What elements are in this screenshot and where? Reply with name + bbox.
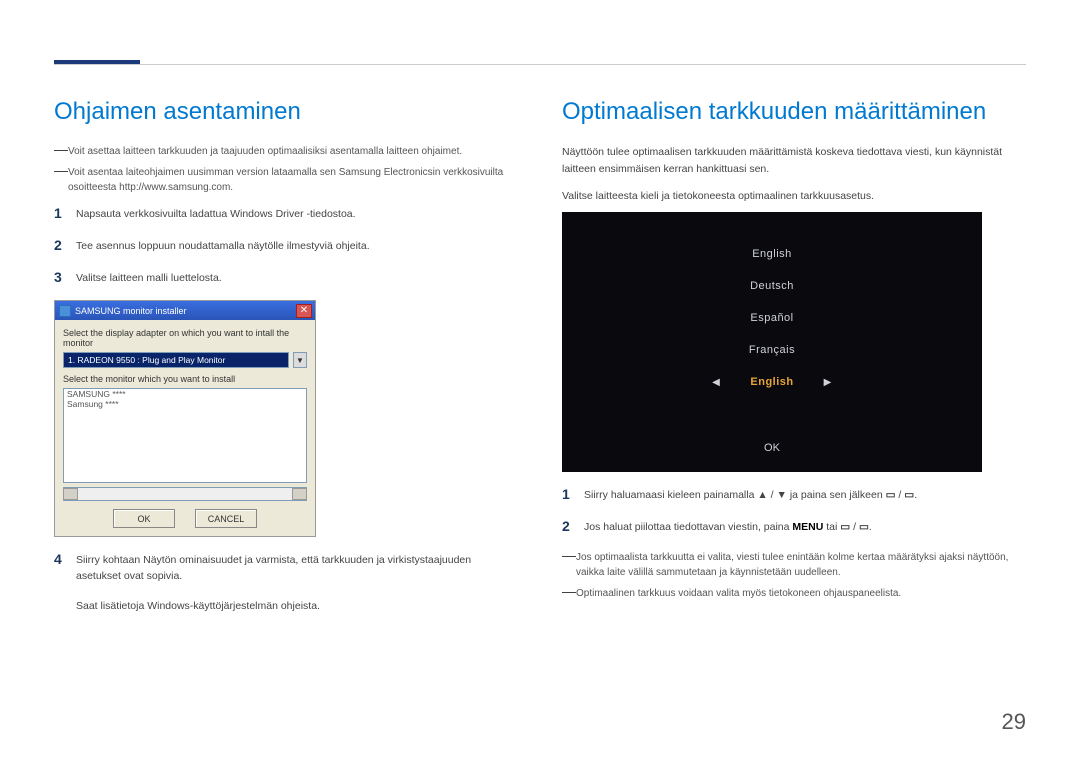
osd-screen: English Deutsch Español Français ◀ Engli… <box>562 212 982 472</box>
note-text: Voit asettaa laitteen tarkkuuden ja taaj… <box>68 144 518 159</box>
dash-icon: ― <box>562 584 576 599</box>
fragment: Siirry haluamaasi kieleen painamalla <box>584 489 757 501</box>
fragment: Jos haluat piilottaa tiedottavan viestin… <box>584 521 792 533</box>
step-text: Tee asennus loppuun noudattamalla näytöl… <box>76 237 518 255</box>
step-text: Jos haluat piilottaa tiedottavan viestin… <box>584 518 1026 536</box>
installer-label-select-adapter: Select the display adapter on which you … <box>63 328 307 348</box>
left-section-title: Ohjaimen asentaminen <box>54 98 518 126</box>
step4-line2: Saat lisätietoja Windows-käyttöjärjestel… <box>76 600 320 612</box>
menu-keyword: MENU <box>792 521 823 533</box>
osd-selected-row: ◀ English ▶ <box>712 376 832 388</box>
osd-selected-language: English <box>750 376 793 388</box>
enter-box-icon: ▭ <box>859 521 869 533</box>
step-text: Siirry haluamaasi kieleen painamalla ▲ /… <box>584 486 1026 504</box>
note-text: Voit asentaa laiteohjaimen uusimman vers… <box>68 165 518 195</box>
chevron-down-icon[interactable]: ▼ <box>293 352 307 368</box>
triangle-left-icon: ◀ <box>712 377 720 388</box>
intro-text: Näyttöön tulee optimaalisen tarkkuuden m… <box>562 144 1026 178</box>
installer-app-icon <box>59 305 71 317</box>
osd-item: Deutsch <box>750 280 794 292</box>
installer-adapter-row: 1. RADEON 9550 : Plug and Play Monitor ▼ <box>63 352 307 368</box>
osd-language-list: English Deutsch Español Français ◀ Engli… <box>712 248 832 388</box>
step-item: 1 Napsauta verkkosivuilta ladattua Windo… <box>54 205 518 223</box>
note-item: ― Voit asettaa laitteen tarkkuuden ja ta… <box>54 144 518 159</box>
installer-title-left: SAMSUNG monitor installer <box>59 305 187 317</box>
note-text: Optimaalinen tarkkuus voidaan valita myö… <box>576 586 1026 601</box>
dash-icon: ― <box>562 548 576 578</box>
list-item[interactable]: SAMSUNG **** <box>64 389 306 399</box>
note-item: ― Voit asentaa laiteohjaimen uusimman ve… <box>54 165 518 195</box>
osd-ok-label: OK <box>764 442 780 454</box>
step-item: 1 Siirry haluamaasi kieleen painamalla ▲… <box>562 486 1026 504</box>
note-item: ― Jos optimaalista tarkkuutta ei valita,… <box>562 550 1026 580</box>
osd-item: English <box>752 248 792 260</box>
step-number: 1 <box>54 205 76 223</box>
installer-label-select-monitor: Select the monitor which you want to ins… <box>63 374 307 384</box>
installer-title-text: SAMSUNG monitor installer <box>75 306 187 316</box>
step-number: 3 <box>54 269 76 287</box>
intro-text-2: Valitse laitteesta kieli ja tietokoneest… <box>562 188 1026 205</box>
left-column: Ohjaimen asentaminen ― Voit asettaa lait… <box>54 98 518 723</box>
menu-box-icon: ▭ <box>840 521 850 533</box>
close-icon[interactable]: ✕ <box>296 304 312 318</box>
slash: / <box>850 521 859 533</box>
fragment: . <box>914 489 917 501</box>
installer-titlebar: SAMSUNG monitor installer ✕ <box>55 301 315 320</box>
fragment: tai <box>823 521 840 533</box>
step-text: Siirry kohtaan Näytön ominaisuudet ja va… <box>76 551 518 614</box>
installer-window: SAMSUNG monitor installer ✕ Select the d… <box>54 300 316 537</box>
installer-button-row: OK CANCEL <box>63 509 307 528</box>
triangle-down-icon: ▼ <box>777 489 787 501</box>
step-number: 1 <box>562 486 584 504</box>
slash: / <box>896 489 905 501</box>
bold-term: ohjauspaneelista <box>823 588 898 599</box>
osd-item: Français <box>749 344 795 356</box>
step-item: 4 Siirry kohtaan Näytön ominaisuudet ja … <box>54 551 518 614</box>
note-text: Jos optimaalista tarkkuutta ei valita, v… <box>576 550 1026 580</box>
step-number: 2 <box>54 237 76 255</box>
step-text: Napsauta verkkosivuilta ladattua Windows… <box>76 205 518 223</box>
step-item: 2 Jos haluat piilottaa tiedottavan viest… <box>562 518 1026 536</box>
triangle-right-icon: ▶ <box>824 377 832 388</box>
step-number: 4 <box>54 551 76 614</box>
horizontal-scrollbar[interactable] <box>63 487 307 501</box>
monitor-list[interactable]: SAMSUNG **** Samsung **** <box>63 388 307 483</box>
adapter-select[interactable]: 1. RADEON 9550 : Plug and Play Monitor <box>63 352 289 368</box>
right-column: Optimaalisen tarkkuuden määrittäminen Nä… <box>562 98 1026 723</box>
right-section-title: Optimaalisen tarkkuuden määrittäminen <box>562 98 1026 126</box>
fragment: Optimaalinen tarkkuus voidaan valita myö… <box>576 588 823 599</box>
slash: / <box>768 489 777 501</box>
enter-box-icon: ▭ <box>904 489 914 501</box>
ok-button[interactable]: OK <box>113 509 175 528</box>
note-item: ― Optimaalinen tarkkuus voidaan valita m… <box>562 586 1026 601</box>
installer-body: Select the display adapter on which you … <box>55 320 315 536</box>
dash-icon: ― <box>54 142 68 157</box>
cancel-button[interactable]: CANCEL <box>195 509 257 528</box>
osd-item: Español <box>750 312 793 324</box>
page-number: 29 <box>1002 709 1026 735</box>
page-content: Ohjaimen asentaminen ― Voit asettaa lait… <box>54 98 1026 723</box>
fragment: . <box>898 588 901 599</box>
triangle-up-icon: ▲ <box>757 489 767 501</box>
header-divider <box>54 64 1026 65</box>
list-item[interactable]: Samsung **** <box>64 399 306 409</box>
step-item: 2 Tee asennus loppuun noudattamalla näyt… <box>54 237 518 255</box>
step-item: 3 Valitse laitteen malli luettelosta. <box>54 269 518 287</box>
menu-box-icon: ▭ <box>886 489 896 501</box>
dash-icon: ― <box>54 163 68 193</box>
step-text: Valitse laitteen malli luettelosta. <box>76 269 518 287</box>
fragment: ja paina sen jälkeen <box>787 489 886 501</box>
fragment: . <box>869 521 872 533</box>
step-number: 2 <box>562 518 584 536</box>
step4-line1: Siirry kohtaan Näytön ominaisuudet ja va… <box>76 554 471 582</box>
